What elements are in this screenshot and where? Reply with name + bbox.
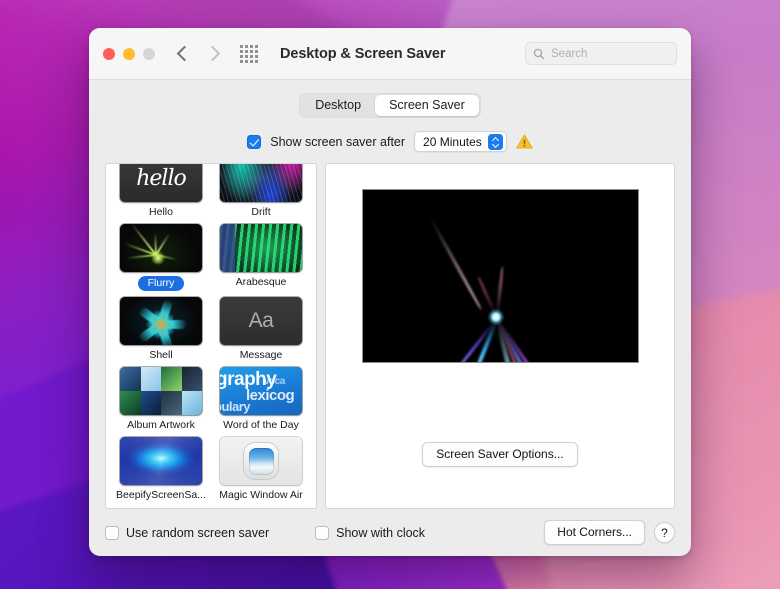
flurry-core-glow (151, 250, 166, 265)
saver-item-flurry[interactable]: Flurry (112, 224, 210, 291)
search-placeholder: Search (551, 47, 588, 60)
back-chevron-icon[interactable] (176, 45, 193, 62)
screen-saver-grid: hello Hello Drift Flurry Arabesque Shell… (106, 164, 316, 501)
flurry-art-icon (120, 224, 202, 272)
stepper-up-down-icon[interactable] (487, 133, 503, 150)
traffic-lights (103, 47, 155, 60)
show-screen-saver-checkbox[interactable] (247, 134, 262, 149)
saver-item-arabesque[interactable]: Arabesque (212, 224, 310, 291)
tab-group: Desktop Screen Saver (299, 93, 481, 118)
word-art-line: bulary (220, 399, 251, 414)
zoom-button[interactable] (143, 47, 155, 60)
saver-label: Magic Window Air (219, 489, 303, 501)
saver-thumbnail[interactable] (220, 224, 302, 272)
show-with-clock-checkbox[interactable] (315, 525, 330, 540)
saver-thumbnail[interactable] (220, 164, 302, 202)
magic-window-art-icon (220, 437, 302, 485)
help-button[interactable]: ? (654, 522, 675, 543)
saver-item-word-of-the-day[interactable]: graphy voca lexicog bulary Word of the D… (212, 367, 310, 431)
saver-label-selected: Flurry (137, 276, 185, 291)
screen-saver-list[interactable]: hello Hello Drift Flurry Arabesque Shell… (105, 163, 317, 509)
screen-saver-delay-row: Show screen saver after 20 Minutes (105, 131, 675, 152)
tab-bar: Desktop Screen Saver (105, 93, 675, 118)
hello-art-text: hello (136, 165, 187, 191)
shell-art-icon (120, 297, 202, 345)
window-titlebar: Desktop & Screen Saver Search (89, 28, 691, 80)
show-with-clock-row[interactable]: Show with clock (315, 525, 426, 540)
saver-thumbnail[interactable]: hello (120, 164, 202, 202)
message-art-icon: Aa (220, 297, 302, 345)
warning-triangle-icon[interactable] (516, 134, 533, 149)
show-with-clock-label: Show with clock (336, 525, 426, 540)
saver-thumbnail[interactable] (120, 437, 202, 485)
screen-saver-options-button[interactable]: Screen Saver Options... (422, 442, 578, 467)
use-random-screen-saver-label: Use random screen saver (126, 525, 270, 540)
tab-screen-saver[interactable]: Screen Saver (375, 95, 479, 116)
saver-label: Shell (149, 349, 173, 361)
saver-label: Word of the Day (223, 419, 299, 431)
screen-saver-preview[interactable] (362, 190, 638, 362)
navigation-arrows (176, 45, 221, 62)
use-random-screen-saver-row[interactable]: Use random screen saver (105, 525, 270, 540)
album-artwork-art-icon (120, 367, 202, 415)
saver-thumbnail[interactable] (120, 224, 202, 272)
minimize-button[interactable] (123, 47, 135, 60)
tab-desktop[interactable]: Desktop (301, 95, 375, 116)
hot-corners-button[interactable]: Hot Corners... (544, 520, 645, 545)
system-preferences-window: Desktop & Screen Saver Search Desktop Sc… (89, 28, 691, 556)
saver-item-magic-window-air[interactable]: Magic Window Air (212, 437, 310, 501)
page-title: Desktop & Screen Saver (280, 45, 446, 62)
saver-item-shell[interactable]: Shell (112, 297, 210, 361)
saver-item-message[interactable]: Aa Message (212, 297, 310, 361)
use-random-screen-saver-checkbox[interactable] (105, 525, 119, 540)
saver-label: Hello (149, 206, 173, 218)
forward-chevron-icon[interactable] (204, 45, 221, 62)
saver-thumbnail[interactable] (120, 297, 202, 345)
drift-art-icon (220, 164, 302, 202)
word-art-line: voca (264, 376, 285, 387)
hello-art-icon: hello (120, 164, 202, 202)
window-footer: Use random screen saver Show with clock … (89, 509, 691, 556)
saver-item-hello[interactable]: hello Hello (112, 164, 210, 218)
preview-panel: Screen Saver Options... (325, 163, 675, 509)
message-art-text: Aa (248, 309, 274, 332)
show-screen-saver-label: Show screen saver after (270, 134, 406, 149)
saver-item-drift[interactable]: Drift (212, 164, 310, 218)
word-of-the-day-art-icon: graphy voca lexicog bulary (220, 367, 302, 415)
word-art-line: lexicog (246, 387, 295, 404)
saver-label: Drift (251, 206, 271, 218)
saver-item-album-artwork[interactable]: Album Artwork (112, 367, 210, 431)
show-all-grid-icon[interactable] (240, 44, 258, 63)
desktop-wallpaper: Desktop & Screen Saver Search Desktop Sc… (0, 0, 780, 589)
saver-thumbnail[interactable]: graphy voca lexicog bulary (220, 367, 302, 415)
saver-thumbnail[interactable] (220, 437, 302, 485)
preferences-body: Desktop Screen Saver Show screen saver a… (89, 80, 691, 509)
delay-interval-value: 20 Minutes (423, 134, 482, 149)
saver-label: Arabesque (235, 276, 287, 288)
saver-item-beepify[interactable]: BeepifyScreenSa... (112, 437, 210, 501)
search-input[interactable]: Search (525, 42, 677, 65)
main-split: hello Hello Drift Flurry Arabesque Shell… (105, 163, 675, 509)
saver-label: BeepifyScreenSa... (116, 489, 206, 501)
saver-thumbnail[interactable]: Aa (220, 297, 302, 345)
arabesque-art-icon (220, 224, 302, 272)
saver-label: Message (239, 349, 283, 361)
search-icon (533, 48, 545, 59)
delay-interval-stepper[interactable]: 20 Minutes (414, 131, 507, 152)
saver-thumbnail[interactable] (120, 367, 202, 415)
close-button[interactable] (103, 47, 115, 60)
saver-label: Album Artwork (127, 419, 195, 431)
beepify-art-icon (120, 437, 202, 485)
